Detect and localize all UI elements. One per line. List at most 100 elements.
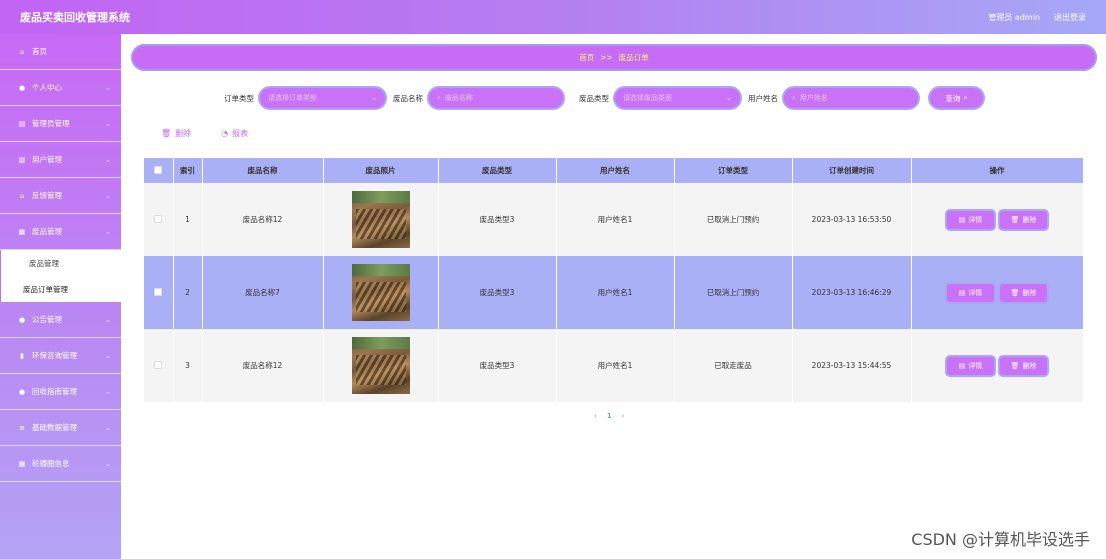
chevron-down-icon: ⌄ — [105, 351, 111, 360]
prev-page-button[interactable]: ‹ — [594, 412, 597, 420]
delete-button[interactable]: 🗑 删除 — [1000, 283, 1047, 302]
select-all-checkbox[interactable] — [154, 165, 163, 174]
detail-button[interactable]: ▤ 详情 — [947, 356, 994, 375]
breadcrumb: 首页 >> 废品订单 — [131, 44, 1097, 71]
chevron-down-icon: ⌄ — [105, 459, 111, 468]
index-cell: 3 — [173, 329, 203, 402]
sidebar-item-label: 首页 — [32, 47, 47, 56]
breadcrumb-home[interactable]: 首页 — [579, 52, 594, 63]
waste-photo[interactable] — [351, 337, 410, 394]
sidebar-submenu: 废品管理 废品订单管理 — [0, 250, 121, 302]
sidebar-item[interactable]: ⌂ 反馈管理 ⌄ — [0, 178, 121, 214]
next-page-button[interactable]: › — [622, 412, 625, 420]
waste-type-select[interactable]: 请选择废品类型 ⌄ — [615, 88, 740, 108]
chevron-down-icon: ⌄ — [105, 423, 111, 432]
waste-name-label: 废品名称 — [393, 93, 423, 103]
sidebar-item[interactable]: ≡ 基础数据管理 ⌄ — [0, 410, 121, 446]
sidebar-item-label: 基础数据管理 — [32, 423, 77, 432]
column-header: 废品名称 — [202, 158, 324, 183]
sidebar-item-label: 用户管理 — [32, 155, 62, 164]
pagination: ‹ 1 › — [594, 412, 625, 420]
chart-icon: ▮ — [20, 351, 24, 360]
chevron-down-icon: ⌄ — [105, 191, 111, 200]
report-button[interactable]: ◔ 报表 — [221, 128, 248, 139]
sidebar-item[interactable]: ▦ 轮播图信息 ⌄ — [0, 446, 121, 482]
logout-link[interactable]: 退出登录 — [1054, 12, 1086, 23]
operations-cell: ▤ 详情 🗑 删除 — [911, 329, 1084, 402]
document-icon: ▤ — [958, 361, 966, 370]
sidebar-item[interactable]: ● 回收指南管理 ⌄ — [0, 374, 121, 410]
user-name-cell: 用户姓名1 — [556, 183, 675, 256]
sidebar-item[interactable]: ● 公告管理 ⌄ — [0, 302, 121, 338]
sidebar-item[interactable]: ▤ 管理员管理 ⌄ — [0, 106, 121, 142]
delete-button[interactable]: 🗑 删除 — [1000, 210, 1047, 229]
user-name-input[interactable]: ⌕ 用户姓名 — [784, 88, 918, 108]
action-bar: 🗑 删除 ◔ 报表 — [161, 128, 248, 139]
top-bar: 废品买卖回收管理系统 管理员 admin 退出登录 — [0, 0, 1106, 34]
sidebar-subitem[interactable]: 废品管理 — [1, 250, 121, 276]
user-name-cell: 用户姓名1 — [556, 329, 675, 402]
sidebar-subitem[interactable]: 废品订单管理 — [1, 276, 121, 302]
order-type-select[interactable]: 请选择订单类型 ⌄ — [260, 88, 385, 108]
card-icon: ▤ — [18, 119, 26, 128]
home-icon: ⌂ — [19, 47, 25, 56]
delete-button[interactable]: 🗑 删除 — [1000, 356, 1047, 375]
sidebar-item[interactable]: ▮ 环保咨询管理 ⌄ — [0, 338, 121, 374]
chevron-down-icon: ⌄ — [105, 315, 111, 324]
search-button[interactable]: 查询 ⌕ — [930, 88, 983, 108]
photo-cell — [323, 183, 439, 256]
photo-cell — [323, 329, 439, 402]
bulk-delete-button[interactable]: 🗑 删除 — [161, 128, 191, 139]
row-checkbox[interactable] — [154, 214, 163, 223]
column-header: 用户姓名 — [556, 158, 675, 183]
sidebar-item[interactable]: ▥ 用户管理 ⌄ — [0, 142, 121, 178]
waste-name-cell: 废品名称12 — [202, 329, 324, 402]
sidebar-item-label: 轮播图信息 — [32, 459, 70, 468]
sidebar-item[interactable]: ▦ 废品管理 ⌄ — [0, 214, 121, 250]
detail-button[interactable]: ▤ 详情 — [947, 283, 994, 302]
waste-photo[interactable] — [351, 191, 410, 248]
pie-chart-icon: ◔ — [221, 129, 229, 138]
chevron-down-icon: ⌄ — [726, 94, 732, 102]
row-checkbox[interactable] — [154, 360, 163, 369]
index-cell: 1 — [173, 183, 203, 256]
order-type-cell: 已取消上门预约 — [674, 256, 793, 329]
row-checkbox[interactable] — [154, 287, 163, 296]
waste-name-input[interactable]: ⌕ 废品名称 — [429, 88, 563, 108]
admin-user-label[interactable]: 管理员 admin — [988, 12, 1040, 23]
search-icon: ⌕ — [437, 93, 441, 102]
created-time-cell: 2023-03-13 15:44:55 — [792, 329, 912, 402]
waste-type-cell: 废品类型3 — [438, 183, 557, 256]
select-all-header[interactable] — [144, 158, 174, 183]
chevron-down-icon: ⌄ — [105, 119, 111, 128]
detail-button[interactable]: ▤ 详情 — [947, 210, 994, 229]
waste-name-cell: 废品名称7 — [202, 256, 324, 329]
waste-photo[interactable] — [351, 264, 410, 321]
column-header: 废品照片 — [323, 158, 439, 183]
sidebar: ⌂ 首页 ● 个人中心 ⌄ ▤ 管理员管理 ⌄ ▥ 用户管理 ⌄ ⌂ 反馈管理 ⌄ ▦ 废品管理 ⌄ 废品管理 废品… — [0, 34, 121, 559]
waste-type-cell: 废品类型3 — [438, 256, 557, 329]
sidebar-item-label: 回收指南管理 — [32, 387, 77, 396]
operations-cell: ▤ 详情 🗑 删除 — [911, 256, 1084, 329]
user-name-label: 用户姓名 — [748, 93, 778, 103]
chevron-down-icon: ⌄ — [105, 83, 111, 92]
waste-name-cell: 废品名称12 — [202, 183, 324, 256]
operations-cell: ▤ 详情 🗑 删除 — [911, 183, 1084, 256]
column-header: 订单创建时间 — [792, 158, 912, 183]
current-page[interactable]: 1 — [607, 412, 612, 420]
bank-icon: ⌂ — [19, 191, 25, 200]
table-row: 3 废品名称12 废品类型3 用户姓名1 已取走废品 2023-03-13 15:44:5… — [144, 329, 1084, 402]
sidebar-item[interactable]: ● 个人中心 ⌄ — [0, 70, 121, 106]
chevron-down-icon: ⌄ — [105, 155, 111, 164]
user-icon: ● — [18, 315, 26, 324]
document-icon: ▤ — [958, 288, 966, 297]
waste-type-cell: 废品类型3 — [438, 329, 557, 402]
sidebar-item[interactable]: ⌂ 首页 — [0, 34, 121, 70]
sidebar-item-label: 环保咨询管理 — [32, 351, 77, 360]
column-header: 操作 — [911, 158, 1084, 183]
column-header: 废品类型 — [438, 158, 557, 183]
grid-icon: ▦ — [18, 227, 26, 236]
order-type-cell: 已取消上门预约 — [674, 183, 793, 256]
chevron-down-icon: ⌄ — [105, 227, 111, 236]
watermark: CSDN @计算机毕设选手 — [911, 530, 1090, 549]
